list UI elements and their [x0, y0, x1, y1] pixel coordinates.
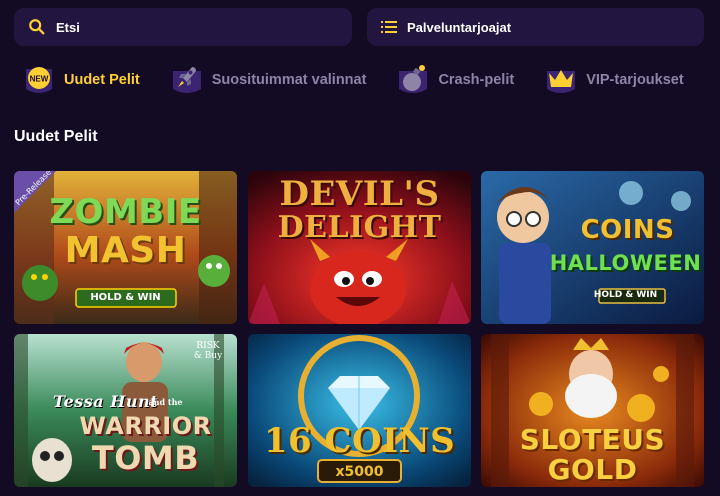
game-subtitle: HOLD & WIN: [593, 290, 658, 300]
game-title-line: TOMB: [91, 439, 200, 477]
game-title-connector: and the: [148, 397, 183, 407]
svg-text:NEW: NEW: [30, 75, 49, 84]
top-bar: Palveluntarjoajat: [14, 8, 704, 48]
providers-filter-button[interactable]: Palveluntarjoajat: [367, 8, 704, 46]
category-label: Uudet Pelit: [64, 72, 140, 88]
risk-buy-label: RISK & Buy: [193, 341, 223, 361]
game-tile-coins-halloween[interactable]: COINS HALLOWEEN HOLD & WIN: [481, 171, 704, 324]
category-tab-new-games[interactable]: NEW Uudet Pelit: [22, 63, 140, 97]
crown-icon: [547, 70, 576, 93]
rocket-icon: [172, 67, 201, 93]
game-tile-devils-delight[interactable]: DEVIL'S DELIGHT: [248, 171, 471, 324]
game-title-line: DELIGHT: [277, 210, 442, 245]
new-badge-icon: NEW: [26, 67, 52, 93]
game-title-line: SLOTEUS: [519, 423, 666, 456]
game-title-line: COINS: [580, 215, 675, 245]
game-title-line: 16 COINS: [263, 421, 456, 461]
category-label: VIP-tarjoukset: [586, 72, 684, 88]
category-tab-crash-games[interactable]: Crash-pelit: [396, 63, 514, 97]
category-label: Crash-pelit: [438, 72, 515, 88]
game-title-line: HALLOWEEN: [549, 251, 702, 275]
game-subtitle: x5000: [335, 464, 384, 480]
game-tile-warrior-tomb[interactable]: RISK & Buy Tessa Hunt and the WARRIOR TO…: [14, 334, 237, 487]
game-title-line: WARRIOR: [79, 412, 212, 440]
category-nav: NEW Uudet Pelit Suosituimmat valinnat Cr…: [22, 62, 720, 98]
game-tile-zombie-mash[interactable]: Pre-Release ZOMBIE MASH HOLD & WIN: [14, 171, 237, 324]
search-icon: [29, 19, 45, 35]
list-icon: [381, 21, 397, 33]
category-tab-top-picks[interactable]: Suosituimmat valinnat: [170, 63, 367, 97]
game-title-line: MASH: [64, 230, 187, 271]
bomb-icon: [399, 65, 428, 93]
game-subtitle: HOLD & WIN: [90, 292, 161, 303]
providers-label: Palveluntarjoajat: [407, 19, 512, 35]
section-title: Uudet Pelit: [14, 128, 98, 145]
game-title-line: DEVIL'S: [279, 174, 440, 214]
game-tile-sloteus-gold[interactable]: SLOTEUS GOLD: [481, 334, 704, 487]
category-label: Suosituimmat valinnat: [211, 72, 367, 88]
search-box[interactable]: [14, 8, 352, 46]
game-tile-16-coins[interactable]: 16 COINS x5000: [248, 334, 471, 487]
game-title-line: ZOMBIE: [49, 192, 202, 232]
game-artwork: [481, 171, 704, 324]
category-tab-vip-offers[interactable]: VIP-tarjoukset: [544, 63, 684, 97]
game-title-line: GOLD: [547, 453, 638, 486]
search-input[interactable]: [56, 19, 316, 35]
